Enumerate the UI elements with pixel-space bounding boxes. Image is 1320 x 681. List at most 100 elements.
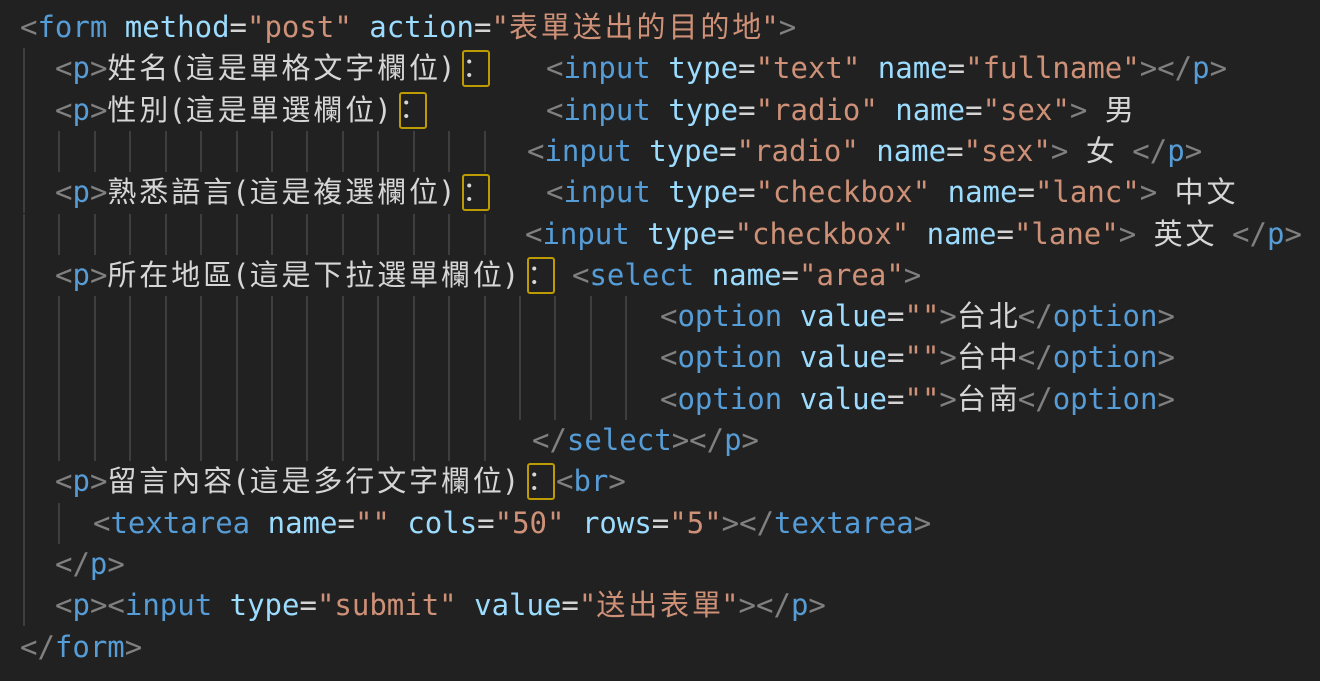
code-token	[630, 217, 647, 251]
code-token: ""	[904, 299, 939, 333]
indent-guide	[448, 420, 450, 461]
code-editor[interactable]: <form method="post" action="表單送出的目的地"><p…	[0, 0, 1320, 681]
indent-guide	[23, 214, 25, 255]
code-segment: </select></p>	[532, 420, 759, 461]
code-token: >	[90, 175, 107, 209]
code-token: (	[168, 51, 185, 85]
code-token: >	[1157, 299, 1174, 333]
code-token	[212, 588, 229, 622]
code-token: p	[791, 588, 808, 622]
code-token: textarea	[774, 506, 914, 540]
code-token: <	[660, 382, 677, 416]
code-token: "5"	[669, 506, 721, 540]
code-token: p	[72, 175, 89, 209]
code-token: "radio"	[737, 134, 859, 168]
code-token: 這是單格文字欄位	[186, 51, 441, 85]
code-line: <p>姓名(這是單格文字欄位)： <input type="text" name=…	[0, 48, 1320, 89]
indent-guide	[413, 296, 415, 337]
code-token: ""	[904, 340, 939, 374]
code-token	[782, 382, 799, 416]
indent-guide	[165, 337, 167, 378]
code-token: br	[573, 464, 608, 498]
indent-guide	[236, 337, 238, 378]
code-token	[1157, 175, 1174, 209]
code-token: input	[563, 175, 650, 209]
code-token	[352, 10, 369, 44]
code-token	[930, 175, 947, 209]
code-segment: <input type="radio" name="sex"> 女 </p>	[527, 131, 1202, 172]
code-token: ><	[90, 588, 125, 622]
indent-guide	[342, 420, 344, 461]
code-token: <	[55, 588, 72, 622]
indent-guide	[413, 214, 415, 255]
indent-guide	[271, 214, 273, 255]
code-token: >	[1284, 217, 1301, 251]
indent-guide	[554, 379, 556, 420]
code-token: </	[1018, 340, 1053, 374]
code-segment: <p>姓名(這是單格文字欄位)	[55, 48, 456, 89]
indent-guide	[271, 379, 273, 420]
code-token: =	[887, 299, 904, 333]
indent-guide	[413, 337, 415, 378]
code-token: input	[125, 588, 212, 622]
code-token: value	[474, 588, 561, 622]
indent-guide	[58, 503, 60, 544]
code-token: ""	[355, 506, 390, 540]
code-line: </p>	[0, 544, 1320, 585]
code-segment: </p>	[55, 544, 125, 585]
unicode-highlight-box: ：	[462, 174, 490, 211]
code-token: >	[914, 506, 931, 540]
code-token: =	[477, 506, 494, 540]
code-token: (	[232, 175, 249, 209]
code-token	[651, 175, 668, 209]
indent-guide	[625, 296, 627, 337]
code-token: 台中	[957, 340, 1021, 374]
code-line: </select></p>	[0, 420, 1320, 461]
code-segment: <input type="radio" name="sex"> 男	[546, 90, 1134, 131]
code-token	[651, 51, 668, 85]
code-line: <p>熟悉語言(這是複選欄位)：<input type="checkbox" n…	[0, 172, 1320, 213]
code-token: >	[742, 423, 759, 457]
code-token	[782, 299, 799, 333]
code-token: input	[544, 134, 631, 168]
indent-guide	[306, 337, 308, 378]
code-line: <option value="">台南</option>	[0, 379, 1320, 420]
code-segment: <p>留言內容(這是多行文字欄位)	[55, 461, 519, 502]
code-token: name	[712, 258, 782, 292]
indent-guide	[129, 131, 131, 172]
code-token: <	[55, 93, 72, 127]
code-token: =	[719, 134, 736, 168]
code-token: >	[939, 382, 956, 416]
code-token	[1215, 217, 1232, 251]
code-token: ></	[722, 506, 774, 540]
code-token: (	[232, 464, 249, 498]
code-token: p	[72, 51, 89, 85]
code-token: "checkbox"	[735, 217, 910, 251]
unicode-highlight-box: ：	[462, 50, 490, 87]
indent-guide	[236, 420, 238, 461]
code-token: =	[782, 258, 799, 292]
code-token: option	[1053, 382, 1158, 416]
code-token: 這是單選欄位	[186, 93, 377, 127]
code-line: <p>留言內容(這是多行文字欄位)：<br>	[0, 461, 1320, 502]
code-token: input	[542, 217, 629, 251]
code-token: =	[230, 10, 247, 44]
code-segment: <p>所在地區(這是下拉選單欄位)	[55, 255, 519, 296]
code-token: 姓名	[107, 51, 171, 85]
code-segment: <p><input type="submit" value="送出表單"></p…	[55, 585, 826, 626]
code-token: =	[738, 51, 755, 85]
indent-guide	[58, 337, 60, 378]
indent-guide	[165, 131, 167, 172]
code-line: <p>所在地區(這是下拉選單欄位)：<select name="area">	[0, 255, 1320, 296]
code-token: "lanc"	[1035, 175, 1140, 209]
indent-guide	[94, 337, 96, 378]
indent-guide	[590, 296, 592, 337]
indent-guide	[129, 296, 131, 337]
indent-guide	[129, 379, 131, 420]
code-token: type	[668, 51, 738, 85]
code-line: <p>性別(這是單選欄位)：<input type="radio" name="…	[0, 90, 1320, 131]
indent-guide	[129, 337, 131, 378]
indent-guide	[94, 420, 96, 461]
code-segment: <input type="text" name="fullname"></p>	[546, 48, 1227, 89]
code-token: input	[563, 51, 650, 85]
